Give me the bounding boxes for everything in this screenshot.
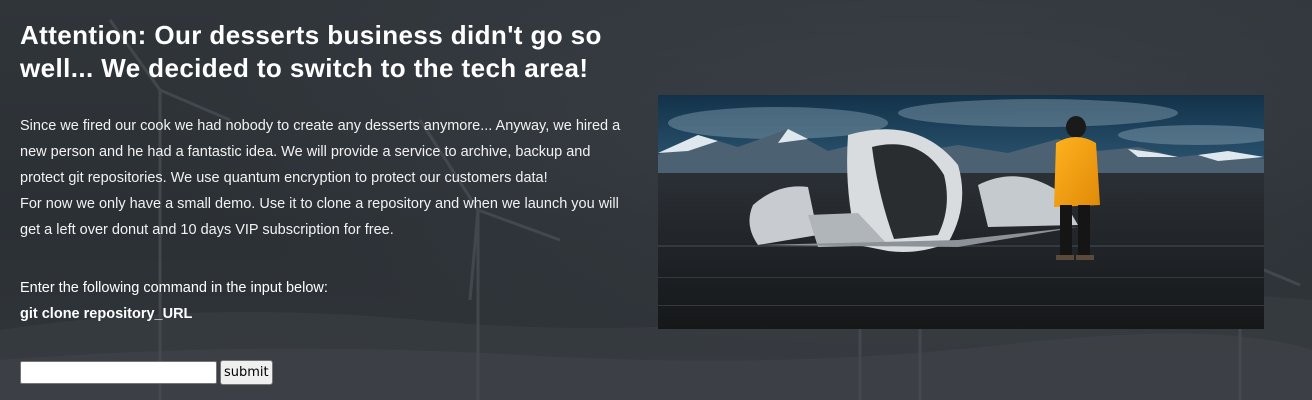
repository-url-input[interactable] — [20, 361, 217, 384]
hero-image — [658, 95, 1264, 329]
instructions: Enter the following command in the input… — [20, 275, 630, 327]
instruction-prompt: Enter the following command in the input… — [20, 280, 328, 296]
main-content: Attention: Our desserts business didn't … — [20, 0, 630, 327]
intro-paragraph-1: Since we fired our cook we had nobody to… — [20, 118, 621, 186]
command-example: git clone repository_URL — [20, 306, 193, 322]
clone-form: submit — [20, 360, 273, 385]
intro-text: Since we fired our cook we had nobody to… — [20, 113, 630, 243]
plane-wreck-photo — [658, 95, 1264, 329]
page-title: Attention: Our desserts business didn't … — [20, 20, 602, 83]
submit-button[interactable]: submit — [220, 360, 273, 385]
intro-paragraph-2: For now we only have a small demo. Use i… — [20, 196, 619, 238]
